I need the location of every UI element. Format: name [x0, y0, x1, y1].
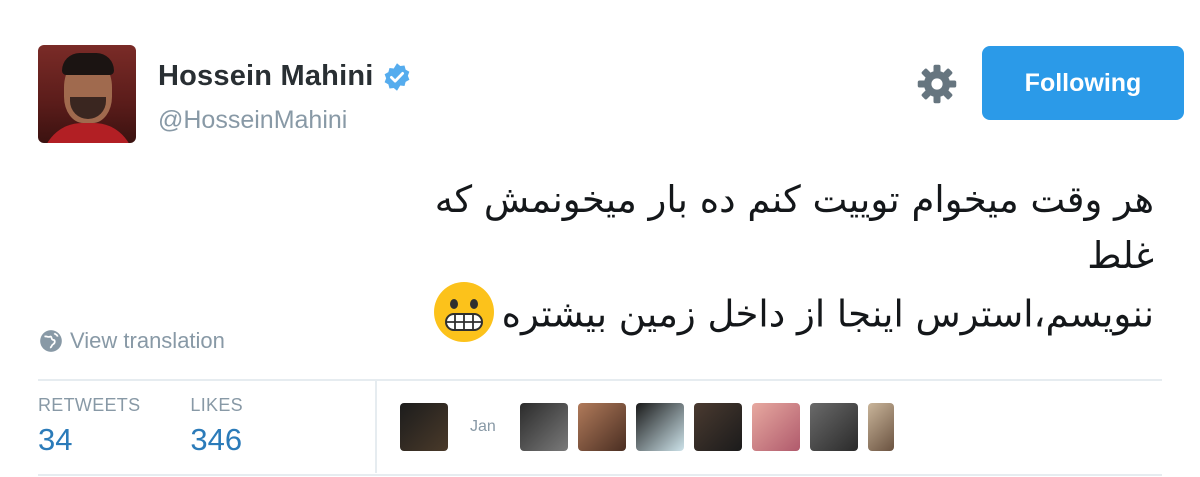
liker-avatar[interactable] [635, 403, 684, 451]
retweets-count[interactable]: 34 [38, 422, 140, 458]
retweets-stat[interactable]: RETWEETS 34 [38, 395, 140, 458]
tweet-line-2-row: ننویسم،استرس اینجا از داخل زمین بیشتره [374, 282, 1154, 348]
likers-row: Jan [400, 403, 904, 451]
likes-count[interactable]: 346 [190, 422, 243, 458]
liker-avatar[interactable] [751, 403, 800, 451]
divider-top [38, 379, 1162, 381]
grimacing-face-emoji-icon [433, 282, 494, 342]
view-translation-label[interactable]: View translation [70, 328, 225, 354]
liker-avatar[interactable] [809, 403, 858, 451]
globe-icon [40, 330, 62, 352]
likes-label: LIKES [190, 395, 243, 415]
verified-badge-icon [384, 62, 409, 91]
liker-caption: Jan [470, 418, 496, 435]
profile-avatar[interactable] [38, 45, 136, 143]
tweet-line-1: هر وقت میخوام توییت کنم ده بار میخونمش ک… [434, 178, 1154, 277]
stats-separator [375, 381, 377, 473]
likes-stat[interactable]: LIKES 346 [190, 395, 243, 458]
tweet-text: هر وقت میخوام توییت کنم ده بار میخونمش ک… [374, 172, 1154, 348]
avatar-hair [62, 53, 114, 75]
profile-name[interactable]: Hossein Mahini [158, 60, 374, 93]
profile-name-row: Hossein Mahini [158, 60, 412, 93]
divider-bottom [38, 474, 1162, 476]
gear-icon[interactable] [916, 63, 958, 105]
view-translation-link[interactable]: View translation [38, 328, 225, 354]
liker-avatar[interactable] [577, 403, 626, 451]
profile-handle[interactable]: @HosseinMahini [158, 106, 347, 135]
liker-avatar[interactable] [519, 403, 568, 451]
tweet-line-2: ننویسم،استرس اینجا از داخل زمین بیشتره [501, 292, 1154, 336]
tweet-stats: RETWEETS 34 LIKES 346 [38, 395, 293, 458]
avatar-shirt [42, 123, 134, 143]
liker-avatar[interactable] [693, 403, 742, 451]
liker-avatar[interactable] [867, 403, 894, 451]
liker-avatar[interactable] [400, 403, 448, 451]
retweets-label: RETWEETS [38, 395, 141, 415]
following-button[interactable]: Following [982, 46, 1184, 120]
